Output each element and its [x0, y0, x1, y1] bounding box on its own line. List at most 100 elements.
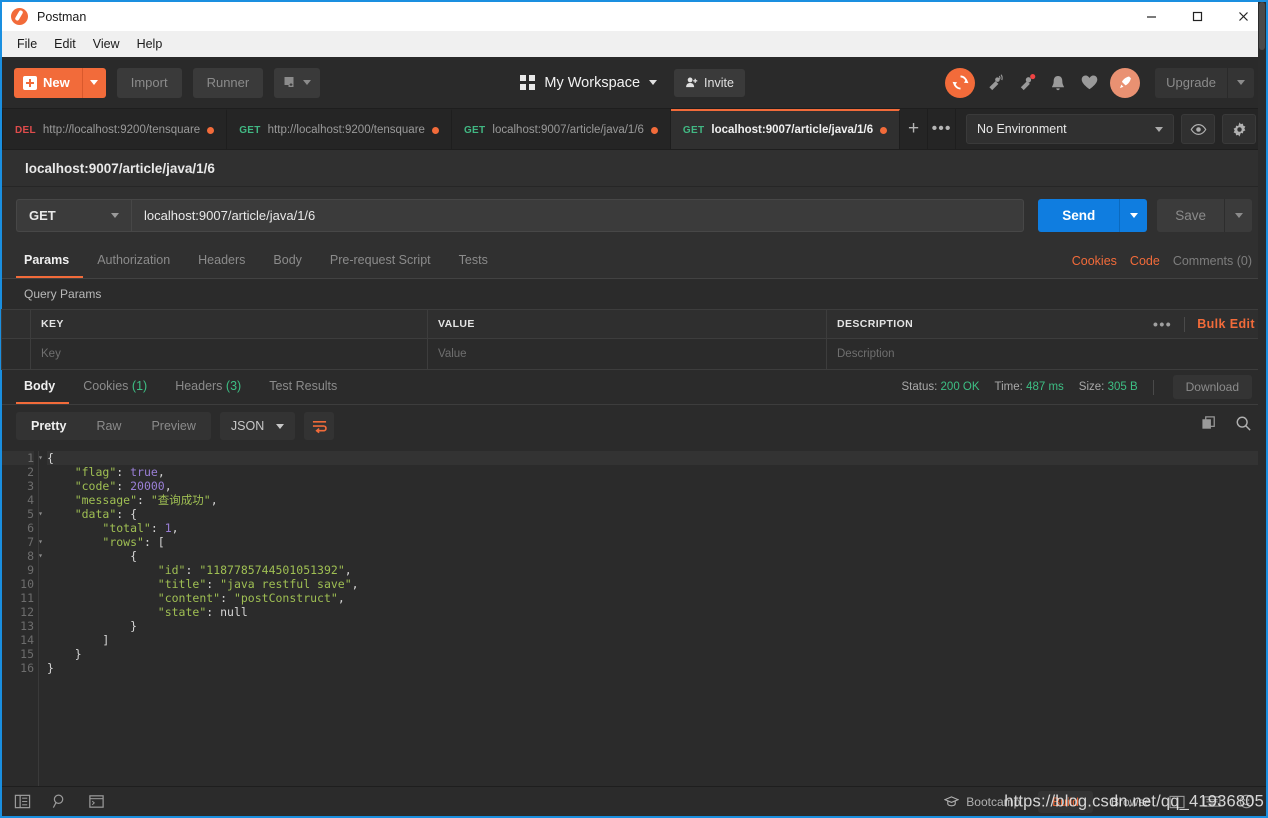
status-value: 200 OK — [940, 381, 980, 393]
code-line: { — [47, 549, 1266, 563]
send-button[interactable]: Send — [1038, 199, 1120, 232]
tabs-more-button[interactable]: ••• — [928, 109, 956, 149]
format-select[interactable]: JSON — [219, 412, 296, 440]
menu-item-help[interactable]: Help — [129, 34, 171, 54]
layout-button[interactable] — [1169, 795, 1185, 809]
bootcamp-label: Bootcamp — [966, 794, 1021, 809]
find-button[interactable] — [51, 793, 68, 810]
keyboard-shortcuts-button[interactable] — [1203, 795, 1221, 808]
satellite-icon — [989, 74, 1003, 91]
save-button[interactable]: Save — [1157, 199, 1224, 232]
new-dropdown-button[interactable] — [81, 67, 106, 98]
console-button[interactable] — [88, 793, 105, 810]
bulk-edit-link[interactable]: Bulk Edit — [1197, 317, 1255, 331]
heart-button[interactable] — [1079, 73, 1099, 93]
new-window-button[interactable] — [274, 67, 321, 98]
copy-button[interactable] — [1201, 415, 1218, 437]
minimize-button[interactable] — [1128, 2, 1174, 31]
tab-params[interactable]: Params — [16, 244, 84, 278]
new-button-label: New — [43, 75, 70, 90]
heart-icon — [1081, 75, 1097, 90]
save-options-button[interactable] — [1224, 199, 1252, 232]
code-token: "title" — [157, 577, 207, 591]
rocket-button[interactable] — [1110, 67, 1141, 98]
tab-pre-request-script[interactable]: Pre-request Script — [316, 244, 445, 278]
new-tab-button[interactable]: + — [900, 109, 929, 149]
notifications-button[interactable] — [1017, 73, 1037, 93]
line-number: 13 — [20, 619, 34, 633]
response-body-code[interactable]: { "flag": true, "code": 20000, "message"… — [38, 451, 1266, 786]
menu-item-edit[interactable]: Edit — [46, 34, 84, 54]
code-token: : — [116, 465, 131, 479]
code-token: , — [344, 563, 352, 577]
download-button[interactable]: Download — [1172, 375, 1252, 399]
row-checkbox-cell[interactable] — [1, 338, 31, 370]
tab-tests[interactable]: Tests — [445, 244, 502, 278]
runner-button[interactable]: Runner — [192, 67, 264, 98]
response-tab-cookies[interactable]: Cookies (1) — [69, 370, 161, 404]
sidebar-toggle-button[interactable] — [14, 793, 31, 810]
satellite-button[interactable] — [986, 73, 1006, 93]
search-button[interactable] — [1235, 415, 1252, 437]
code-token: } — [130, 619, 138, 633]
view-mode-preview[interactable]: Preview — [136, 412, 210, 440]
tab-headers[interactable]: Headers — [184, 244, 259, 278]
chevron-down-icon — [90, 80, 99, 85]
upgrade-dropdown[interactable] — [1227, 67, 1254, 98]
ellipsis-icon[interactable]: ••• — [1153, 316, 1172, 332]
code-token: : — [206, 605, 221, 619]
word-wrap-button[interactable] — [304, 412, 335, 440]
build-button[interactable]: Build — [1038, 790, 1093, 813]
send-options-button[interactable] — [1119, 199, 1148, 232]
invite-button[interactable]: Invite — [674, 68, 745, 97]
description-input[interactable]: Description — [826, 338, 1266, 370]
environment-select[interactable]: No Environment — [966, 114, 1174, 144]
tab-authorization[interactable]: Authorization — [83, 244, 184, 278]
tab-body[interactable]: Body — [259, 244, 316, 278]
import-button[interactable]: Import — [116, 67, 182, 98]
response-tab-body[interactable]: Body — [16, 370, 70, 404]
upgrade-button[interactable]: Upgrade — [1155, 67, 1254, 98]
browse-label: Browse — [1110, 794, 1151, 809]
value-input[interactable]: Value — [427, 338, 827, 370]
key-input[interactable]: Key — [30, 338, 428, 370]
code-link[interactable]: Code — [1130, 254, 1160, 268]
code-token: "message" — [74, 493, 138, 507]
cookies-link[interactable]: Cookies — [1072, 254, 1117, 268]
request-tab-1[interactable]: DEL http://localhost:9200/tensquare — [2, 109, 228, 149]
view-mode-raw[interactable]: Raw — [81, 412, 136, 440]
bootcamp-button[interactable]: Bootcamp — [944, 795, 1020, 809]
settings-button[interactable] — [1222, 114, 1256, 144]
view-mode-pretty[interactable]: Pretty — [16, 412, 81, 440]
environment-quick-look-button[interactable] — [1181, 114, 1215, 144]
maximize-button[interactable] — [1174, 2, 1220, 31]
divider — [1152, 379, 1154, 395]
new-button-group[interactable]: New — [14, 67, 106, 98]
workspace-selector[interactable]: My Workspace Invite — [320, 68, 945, 97]
request-tab-4[interactable]: GET localhost:9007/article/java/1/6 — [670, 109, 901, 149]
search-icon — [52, 794, 64, 808]
menu-item-view[interactable]: View — [85, 34, 128, 54]
bell-button[interactable] — [1048, 73, 1068, 93]
postman-logo-icon — [11, 8, 28, 25]
time-label: Time: — [994, 381, 1023, 393]
plus-icon — [23, 75, 37, 90]
response-tab-headers[interactable]: Headers (3) — [161, 370, 255, 404]
comments-link[interactable]: Comments (0) — [1173, 254, 1252, 268]
url-input[interactable]: localhost:9007/article/java/1/6 — [131, 199, 1025, 232]
response-tab-test-results[interactable]: Test Results — [255, 370, 351, 404]
method-select[interactable]: GET — [16, 199, 131, 232]
sync-button[interactable] — [945, 67, 976, 98]
unsaved-dot-icon — [207, 126, 215, 134]
chevron-down-icon — [1155, 126, 1163, 132]
request-tab-2[interactable]: GET http://localhost:9200/tensquare — [227, 109, 452, 149]
request-tab-3[interactable]: GET localhost:9007/article/java/1/6 — [451, 109, 671, 149]
response-body-viewer[interactable]: 1 ▾ 2 3 4 5 ▾ 6 7 ▾ 8 ▾ 9 10 11 12 13 14 15 16 { "flag": tr… — [2, 2, 1266, 816]
response-scrollbar-track[interactable] — [1258, 2, 1266, 816]
chevron-down-icon — [649, 80, 658, 85]
new-button[interactable]: New — [14, 67, 82, 98]
menu-item-file[interactable]: File — [9, 34, 45, 54]
feedback-button[interactable] — [1239, 794, 1254, 809]
code-token: , — [164, 479, 172, 493]
browse-button[interactable]: Browse — [1111, 795, 1151, 809]
